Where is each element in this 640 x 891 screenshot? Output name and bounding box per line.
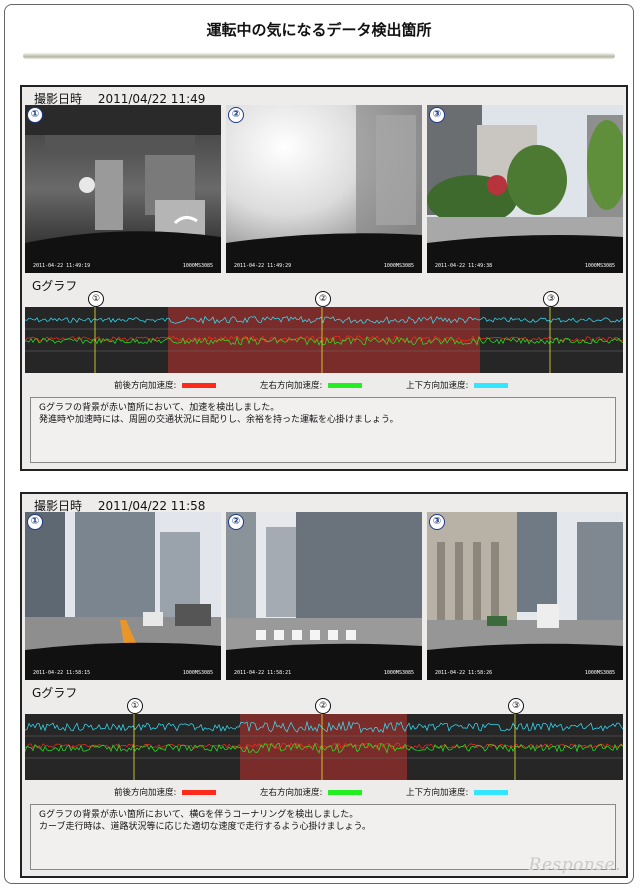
title-divider	[23, 53, 615, 59]
legend-vertical-label: 上下方向加速度:	[406, 788, 469, 798]
advice-line-1: Gグラフの背景が赤い箇所において、横Gを伴うコーナリングを検出しました。	[39, 810, 359, 820]
legend-side: 左右方向加速度:	[260, 379, 363, 391]
g-graph	[25, 307, 623, 373]
legend-vertical: 上下方向加速度:	[406, 379, 509, 391]
report-page: 運転中の気になるデータ検出箇所 撮影日時 2011/04/22 11:49 ① …	[4, 4, 634, 884]
photo-timestamp: 2011-04-22 11:49:19	[33, 263, 91, 269]
graph-marker-1: ①	[127, 698, 143, 714]
dashcam-photo-1[interactable]: ① 2011-04-22 11:49:19 1000MS3085	[25, 105, 221, 273]
legend-front: 前後方向加速度:	[114, 379, 217, 391]
photo-timestamp: 2011-04-22 11:58:15	[33, 670, 91, 676]
tunnel-exit-image	[226, 105, 422, 273]
report-panel-2: 撮影日時 2011/04/22 11:58 ① 2011-04-22 11:58…	[20, 492, 628, 878]
graph-marker-2: ②	[315, 291, 331, 307]
legend-side-label: 左右方向加速度:	[260, 788, 323, 798]
photo-device-id: 1000MS3085	[584, 263, 615, 269]
dashcam-photo-2[interactable]: ② 2011-04-22 11:58:21 1000MS3085	[226, 512, 422, 680]
graph-highlight-region	[240, 714, 407, 780]
photo-timestamp: 2011-04-22 11:58:26	[435, 670, 493, 676]
advice-line-2: 発進時や加速時には、周囲の交通状況に目配りし、余裕を持った運転を心掛けましょう。	[39, 415, 399, 425]
legend-side: 左右方向加速度:	[260, 786, 363, 798]
page-title: 運転中の気になるデータ検出箇所	[206, 21, 432, 39]
graph-marker-3: ③	[508, 698, 524, 714]
legend-side-label: 左右方向加速度:	[260, 381, 323, 391]
photo-device-id: 1000MS3085	[383, 670, 414, 676]
photo-device-id: 1000MS3085	[584, 670, 615, 676]
photo-device-id: 1000MS3085	[182, 670, 213, 676]
legend-vertical-label: 上下方向加速度:	[406, 381, 469, 391]
advice-note: Gグラフの背景が赤い箇所において、加速を検出しました。 発進時や加速時には、周囲…	[30, 397, 616, 463]
legend-side-swatch	[328, 383, 363, 388]
graph-markers: ① ② ③	[22, 698, 626, 714]
legend-vertical-swatch	[474, 383, 509, 388]
dashcam-photo-2[interactable]: ② 2011-04-22 11:49:29 1000MS3085	[226, 105, 422, 273]
graph-marker-1: ①	[88, 291, 104, 307]
graph-marker-3: ③	[543, 291, 559, 307]
photo-device-id: 1000MS3085	[182, 263, 213, 269]
legend-front-swatch	[182, 383, 217, 388]
response-logo: Response.	[528, 855, 621, 875]
colonnade-road-image	[427, 512, 623, 680]
graph-legend: 前後方向加速度: 左右方向加速度: 上下方向加速度:	[22, 786, 626, 800]
street-trees-image	[427, 105, 623, 273]
dashcam-photo-1[interactable]: ① 2011-04-22 11:58:15 1000MS3085	[25, 512, 221, 680]
g-graph	[25, 714, 623, 780]
legend-front-swatch	[182, 790, 217, 795]
photo-timestamp: 2011-04-22 11:49:29	[234, 263, 292, 269]
legend-front: 前後方向加速度:	[114, 786, 217, 798]
photo-number-badge: ②	[228, 107, 244, 123]
legend-front-label: 前後方向加速度:	[114, 381, 177, 391]
legend-side-swatch	[328, 790, 363, 795]
dashcam-photo-3[interactable]: ③ 2011-04-22 11:49:38 1000MS3085	[427, 105, 623, 273]
photo-timestamp: 2011-04-22 11:58:21	[234, 670, 292, 676]
photo-number-badge: ②	[228, 514, 244, 530]
graph-marker-2: ②	[315, 698, 331, 714]
advice-line-1: Gグラフの背景が赤い箇所において、加速を検出しました。	[39, 403, 280, 413]
legend-front-label: 前後方向加速度:	[114, 788, 177, 798]
photo-number-badge: ③	[429, 514, 445, 530]
parking-garage-image	[25, 105, 221, 273]
photo-number-badge: ①	[27, 107, 43, 123]
graph-legend: 前後方向加速度: 左右方向加速度: 上下方向加速度:	[22, 379, 626, 393]
advice-line-2: カーブ走行時は、道路状況等に応じた適切な速度で走行するよう心掛けましょう。	[39, 822, 371, 832]
photo-number-badge: ③	[429, 107, 445, 123]
legend-vertical: 上下方向加速度:	[406, 786, 509, 798]
city-road-image	[25, 512, 221, 680]
intersection-image	[226, 512, 422, 680]
dashcam-photo-3[interactable]: ③ 2011-04-22 11:58:26 1000MS3085	[427, 512, 623, 680]
photo-device-id: 1000MS3085	[383, 263, 414, 269]
photo-number-badge: ①	[27, 514, 43, 530]
graph-markers: ① ② ③	[22, 291, 626, 307]
report-panel-1: 撮影日時 2011/04/22 11:49 ① 2011-04-22 11:49…	[20, 85, 628, 471]
photo-timestamp: 2011-04-22 11:49:38	[435, 263, 493, 269]
legend-vertical-swatch	[474, 790, 509, 795]
